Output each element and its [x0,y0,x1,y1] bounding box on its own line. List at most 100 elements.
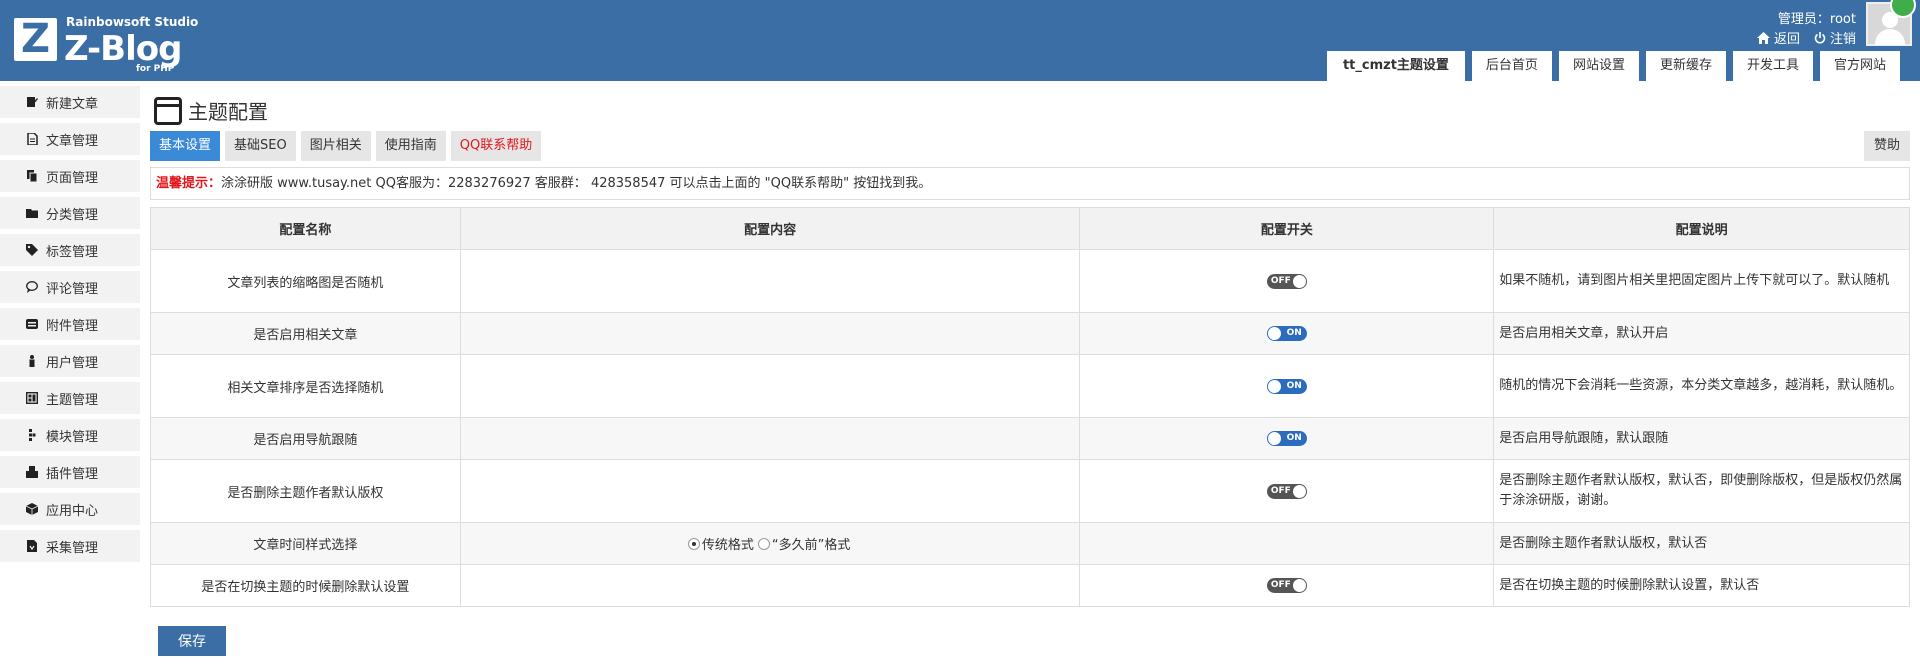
tab-qq-help[interactable]: QQ联系帮助 [450,131,542,161]
tab-guide[interactable]: 使用指南 [375,131,446,161]
sidebar-item-users[interactable]: 用户管理 [0,345,140,377]
config-name: 是否在切换主题的时候删除默认设置 [150,564,461,607]
config-desc: 随机的情况下会消耗一些资源，本分类文章越多，越消耗，默认随机。 [1493,354,1910,418]
toggle-state: OFF [1270,275,1291,286]
sidebar-item-modules[interactable]: 模块管理 [0,419,140,451]
toggle-knob [1267,379,1281,393]
sidebar: 新建文章 文章管理 页面管理 分类管理 标签管理 评论管理 附件管理 用户管理 … [0,86,140,567]
config-name: 是否启用导航跟随 [150,417,461,460]
toggle-state: OFF [1270,580,1291,590]
config-switch-cell: ON [1079,312,1495,355]
admin-links: 返回 注销 [1756,28,1856,47]
admin-name: 管理员：root [1777,12,1856,27]
sidebar-item-attachments[interactable]: 附件管理 [0,308,140,340]
config-content [459,564,1081,607]
sidebar-item-label: 应用中心 [46,503,99,519]
tab-basic-seo[interactable]: 基础SEO [225,131,296,161]
config-name: 文章时间样式选择 [150,522,461,565]
config-tabs: 基本设置 基础SEO 图片相关 使用指南 QQ联系帮助 [150,131,542,161]
avatar-body [1875,29,1905,45]
tab-site-settings[interactable]: 网站设置 [1558,51,1639,81]
radio-traditional[interactable] [687,537,700,550]
theme-icon [26,392,38,404]
pen-icon [26,96,38,108]
time-style-radio-group: 传统格式 “多久前”格式 [466,534,1075,553]
avatar[interactable] [1866,0,1916,46]
config-name: 是否删除主题作者默认版权 [150,459,461,523]
box-icon [26,503,38,515]
tab-refresh-cache[interactable]: 更新缓存 [1645,51,1726,81]
sidebar-item-label: 页面管理 [46,170,99,186]
table-row: 文章列表的缩略图是否随机 OFF 如果不随机，请到图片相关里把固定图片上传下就可… [150,249,1910,313]
radio-time-ago[interactable] [757,537,770,550]
config-desc: 如果不随机，请到图片相关里把固定图片上传下就可以了。默认随机 [1493,249,1910,313]
sidebar-item-new-article[interactable]: 新建文章 [0,86,140,118]
toggle-switch[interactable]: OFF [1266,273,1307,289]
sidebar-item-themes[interactable]: 主题管理 [0,382,140,414]
window-icon [154,96,182,125]
comment-icon [26,281,38,293]
toggle-knob [1267,327,1281,340]
toggle-switch[interactable]: OFF [1266,483,1307,499]
folder-icon [26,207,38,219]
table-row: 相关文章排序是否选择随机 ON 随机的情况下会消耗一些资源，本分类文章越多，越消… [150,354,1910,418]
toggle-knob [1292,274,1306,288]
back-link[interactable]: 返回 [1756,28,1800,47]
sidebar-item-tags[interactable]: 标签管理 [0,234,140,266]
sidebar-item-pages[interactable]: 页面管理 [0,160,140,192]
sidebar-item-label: 主题管理 [46,392,99,408]
brand-name[interactable]: Z-Blog [64,29,182,69]
tab-images[interactable]: 图片相关 [300,131,371,161]
config-desc: 是否在切换主题的时候删除默认设置，默认否 [1493,564,1910,607]
sidebar-item-label: 评论管理 [46,281,99,297]
notice-bar: 温馨提示：涂涂研版 www.tusay.net QQ客服为：2283276927… [150,167,1910,200]
toggle-switch[interactable]: ON [1266,378,1307,394]
toggle-switch[interactable]: OFF [1266,578,1307,593]
save-button[interactable]: 保存 [158,626,226,656]
brand-studio: Rainbowsoft Studio [66,15,199,29]
tab-official-site[interactable]: 官方网站 [1819,51,1900,81]
brand-sub: for PHP [136,64,175,74]
sidebar-item-label: 分类管理 [46,207,99,223]
config-switch-cell: OFF [1079,564,1495,607]
sidebar-item-articles[interactable]: 文章管理 [0,123,140,155]
sidebar-item-plugins[interactable]: 插件管理 [0,456,140,488]
config-name: 文章列表的缩略图是否随机 [150,249,461,313]
config-content [459,459,1081,523]
toggle-switch[interactable]: ON [1266,431,1307,446]
tab-basic-settings[interactable]: 基本设置 [150,131,221,161]
home-icon [1756,31,1770,44]
config-content: 传统格式 “多久前”格式 [459,522,1081,565]
top-tabs: tt_cmzt主题设置 后台首页 网站设置 更新缓存 开发工具 官方网站 [1326,51,1900,81]
column-header: 配置内容 [459,207,1081,250]
toggle-knob [1292,579,1306,592]
module-icon [26,429,38,441]
config-switch-cell: OFF [1079,459,1495,523]
sidebar-item-app-center[interactable]: 应用中心 [0,493,140,525]
config-desc: 是否删除主题作者默认版权，默认否 [1493,522,1910,565]
config-desc: 是否启用导航跟随，默认跟随 [1493,417,1910,460]
zblog-logo-icon[interactable]: Z [14,18,57,61]
toggle-switch[interactable]: ON [1266,326,1307,341]
sidebar-item-label: 附件管理 [46,318,99,334]
toggle-state: ON [1286,328,1302,338]
attachment-icon [26,318,38,330]
logout-link[interactable]: 注销 [1814,28,1856,47]
column-header: 配置开关 [1079,207,1495,250]
table-row: 是否删除主题作者默认版权 OFF 是否删除主题作者默认版权，默认否，即使删除版权… [150,459,1910,523]
pages-icon [26,170,38,182]
plugin-icon [26,466,38,478]
sidebar-item-collect[interactable]: 采集管理 [0,530,140,562]
tab-dashboard[interactable]: 后台首页 [1471,51,1552,81]
radio-label: “多久前”格式 [771,538,851,553]
tab-dev-tools[interactable]: 开发工具 [1732,51,1813,81]
radio-label: 传统格式 [701,538,754,553]
tab-theme-settings[interactable]: tt_cmzt主题设置 [1326,51,1465,81]
sidebar-item-comments[interactable]: 评论管理 [0,271,140,303]
collect-icon [26,540,38,552]
toggle-knob [1267,432,1281,445]
sidebar-item-categories[interactable]: 分类管理 [0,197,140,229]
config-content [459,417,1081,460]
donate-button[interactable]: 赞助 [1863,131,1910,161]
sidebar-item-label: 文章管理 [46,133,99,149]
